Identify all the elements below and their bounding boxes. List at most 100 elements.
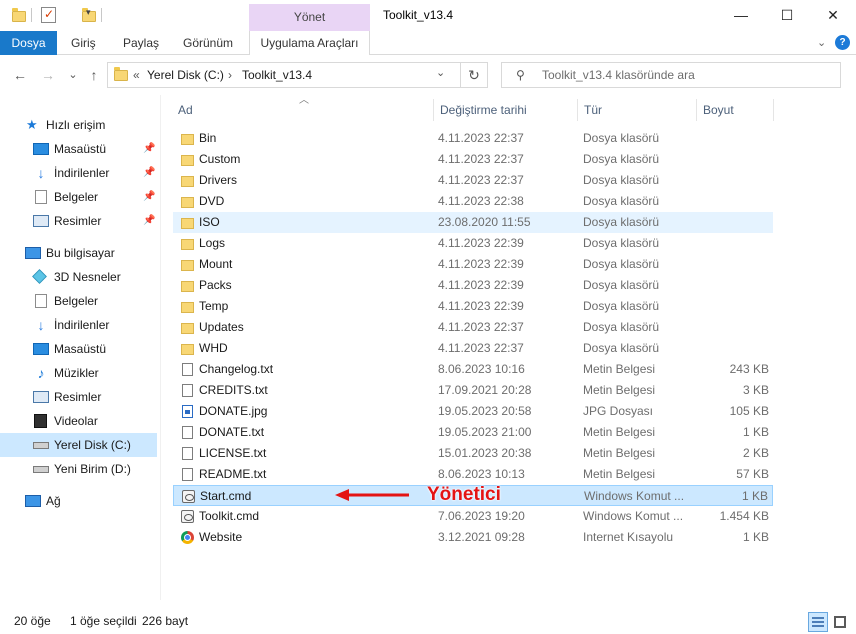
file-date: 4.11.2023 22:37 [438, 320, 524, 334]
column-header-date[interactable]: Değiştirme tarihi [440, 97, 580, 123]
table-row[interactable]: ISO 23.08.2020 11:55 Dosya klasörü [173, 212, 773, 233]
details-view-icon [812, 617, 824, 627]
file-name: DONATE.txt [199, 425, 265, 439]
table-row[interactable]: Temp 4.11.2023 22:39 Dosya klasörü [173, 296, 773, 317]
pin-icon[interactable]: 📌 [143, 161, 155, 185]
sidebar-item-music[interactable]: ♪ Müzikler [0, 361, 157, 385]
breadcrumb-item-drive[interactable]: Yerel Disk (C:) [147, 68, 224, 82]
table-row[interactable]: Toolkit.cmd 7.06.2023 19:20 Windows Komut … [173, 506, 773, 527]
sidebar-item-new-volume-d[interactable]: Yeni Birim (D:) [0, 457, 157, 481]
divider[interactable] [433, 99, 434, 121]
sidebar-item-quick-access[interactable]: ★ Hızlı erişim [0, 113, 157, 137]
file-date: 4.11.2023 22:37 [438, 152, 524, 166]
sidebar-item-downloads-pc[interactable]: ↓ İndirilenler [0, 313, 157, 337]
table-row[interactable]: Drivers 4.11.2023 22:37 Dosya klasörü [173, 170, 773, 191]
sidebar-item-network[interactable]: Ağ [0, 489, 157, 513]
sidebar-item-videos[interactable]: Videolar [0, 409, 157, 433]
file-name: WHD [199, 341, 228, 355]
tab-application-tools[interactable]: Uygulama Araçları [249, 31, 370, 55]
forward-button[interactable]: → [38, 65, 58, 85]
tab-home[interactable]: Giriş [61, 31, 106, 55]
table-row[interactable]: Updates 4.11.2023 22:37 Dosya klasörü [173, 317, 773, 338]
details-view-button[interactable] [808, 612, 828, 632]
pin-icon[interactable]: 📌 [143, 185, 155, 209]
sidebar-item-label: Belgeler [54, 190, 99, 204]
sidebar-item-label: Videolar [54, 414, 98, 428]
address-bar[interactable]: « Yerel Disk (C:) › Toolkit_v13.4 ⌄ [107, 62, 461, 88]
table-row[interactable]: WHD 4.11.2023 22:37 Dosya klasörü [173, 338, 773, 359]
help-icon[interactable]: ? [835, 35, 850, 50]
selection-size: 226 bayt [142, 614, 189, 628]
up-button[interactable]: ↑ [84, 65, 104, 85]
sidebar-item-documents[interactable]: Belgeler 📌 [0, 185, 157, 209]
divider[interactable] [773, 99, 774, 121]
file-date: 19.05.2023 20:58 [438, 404, 532, 418]
file-date: 3.12.2021 09:28 [438, 530, 525, 544]
table-row[interactable]: Custom 4.11.2023 22:37 Dosya klasörü [173, 149, 773, 170]
sidebar-item-local-disk-c[interactable]: Yerel Disk (C:) [0, 433, 157, 457]
file-size: 1.454 KB [719, 509, 769, 523]
breadcrumb-item-folder[interactable]: Toolkit_v13.4 [242, 68, 312, 82]
close-button[interactable]: ✕ [810, 0, 856, 31]
back-button[interactable]: ← [10, 65, 30, 85]
table-row[interactable]: Logs 4.11.2023 22:39 Dosya klasörü [173, 233, 773, 254]
file-name: ISO [199, 215, 220, 229]
table-row[interactable]: Website 3.12.2021 09:28 Internet Kısayolu 1… [173, 527, 773, 548]
customize-quick-access-icon[interactable]: ▾ [86, 7, 96, 25]
divider [31, 8, 32, 22]
star-icon: ★ [26, 117, 38, 132]
file-date: 4.11.2023 22:39 [438, 257, 524, 271]
sidebar-item-pictures[interactable]: Resimler 📌 [0, 209, 157, 233]
tab-view[interactable]: Görünüm [173, 31, 243, 55]
image-file-icon [182, 405, 193, 418]
minimize-button[interactable]: — [718, 0, 764, 31]
sidebar-item-desktop-pc[interactable]: Masaüstü [0, 337, 157, 361]
divider[interactable] [696, 99, 697, 121]
text-file-icon [182, 468, 193, 481]
pin-icon[interactable]: 📌 [143, 209, 155, 233]
folder-icon [181, 281, 194, 292]
text-file-icon [182, 447, 193, 460]
sidebar-item-3d-objects[interactable]: 3D Nesneler [0, 265, 157, 289]
sidebar-item-desktop[interactable]: Masaüstü 📌 [0, 137, 157, 161]
table-row[interactable]: Packs 4.11.2023 22:39 Dosya klasörü [173, 275, 773, 296]
sidebar-item-documents-pc[interactable]: Belgeler [0, 289, 157, 313]
table-row[interactable]: DVD 4.11.2023 22:38 Dosya klasörü [173, 191, 773, 212]
pictures-icon [33, 215, 49, 227]
table-row[interactable]: CREDITS.txt 17.09.2021 20:28 Metin Belgesi… [173, 380, 773, 401]
large-icons-view-button[interactable] [830, 612, 850, 632]
sidebar-item-this-pc[interactable]: Bu bilgisayar [0, 241, 157, 265]
tab-share[interactable]: Paylaş [113, 31, 169, 55]
table-row[interactable]: Mount 4.11.2023 22:39 Dosya klasörü [173, 254, 773, 275]
recent-locations-button[interactable]: ⌄ [63, 65, 83, 85]
search-icon: ⚲ [516, 68, 525, 82]
table-row[interactable]: LICENSE.txt 15.01.2023 20:38 Metin Belgesi… [173, 443, 773, 464]
properties-icon[interactable]: ✓ [41, 7, 56, 23]
maximize-button[interactable]: ☐ [764, 0, 810, 31]
breadcrumb-overflow[interactable]: « [133, 68, 140, 82]
table-row[interactable]: DONATE.txt 19.05.2023 21:00 Metin Belgesi 1… [173, 422, 773, 443]
refresh-button[interactable]: ↻ [461, 62, 488, 88]
pin-icon[interactable]: 📌 [143, 137, 155, 161]
file-name: DONATE.jpg [199, 404, 268, 418]
file-name: Packs [199, 278, 232, 292]
divider[interactable] [577, 99, 578, 121]
sidebar-item-label: Belgeler [54, 294, 99, 308]
chevron-down-icon[interactable]: ⌄ [817, 36, 826, 49]
file-type: Windows Komut ... [584, 489, 685, 503]
search-input[interactable]: ⚲ Toolkit_v13.4 klasöründe ara [501, 62, 841, 88]
breadcrumb-separator[interactable]: › [228, 68, 232, 82]
network-icon [25, 495, 41, 507]
drive-icon [33, 442, 49, 449]
chevron-down-icon[interactable]: ⌄ [436, 66, 445, 79]
tab-file[interactable]: Dosya [0, 31, 57, 55]
table-row[interactable]: Bin 4.11.2023 22:37 Dosya klasörü [173, 128, 773, 149]
column-header-size[interactable]: Boyut [703, 97, 773, 123]
table-row[interactable]: DONATE.jpg 19.05.2023 20:58 JPG Dosyası 105… [173, 401, 773, 422]
column-header-type[interactable]: Tür [584, 97, 694, 123]
sidebar-item-pictures-pc[interactable]: Resimler [0, 385, 157, 409]
table-row[interactable]: README.txt 8.06.2023 10:13 Metin Belgesi 57… [173, 464, 773, 485]
column-header-name[interactable]: Ad [178, 97, 433, 123]
sidebar-item-downloads[interactable]: ↓ İndirilenler 📌 [0, 161, 157, 185]
table-row[interactable]: Changelog.txt 8.06.2023 10:16 Metin Belges… [173, 359, 773, 380]
